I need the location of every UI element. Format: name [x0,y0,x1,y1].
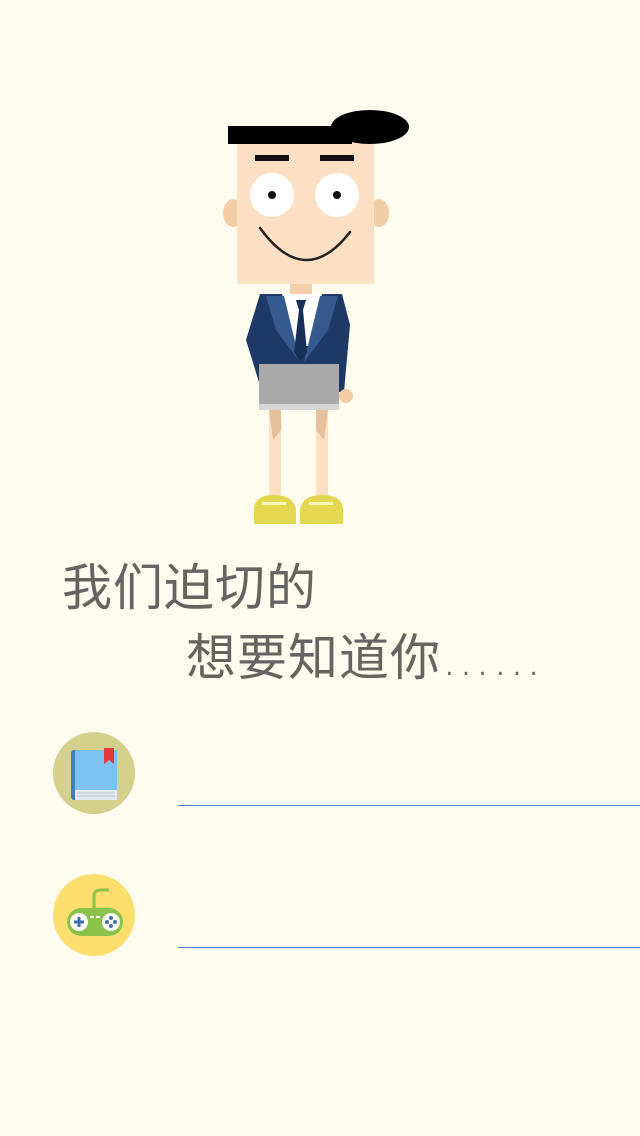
right-shoe-stripe [309,502,333,505]
left-shoe-stripe [262,502,286,505]
games-row [0,872,640,972]
shorts [259,364,339,408]
book-icon-button[interactable] [53,732,135,814]
gamepad-icon [67,888,123,936]
right-eyebrow [320,155,354,161]
right-pupil [333,191,341,199]
cartoon-boy-illustration [223,110,409,524]
left-shoe [254,495,296,524]
hair-tuft [331,110,409,144]
games-input[interactable] [178,902,640,948]
hand [339,389,353,403]
books-input[interactable] [178,760,640,806]
shorts-hem [259,404,339,410]
left-eyebrow [255,155,289,161]
gamepad-icon-button[interactable] [53,874,135,956]
book-icon [71,748,117,800]
left-pupil [268,191,276,199]
heading-line-1: 我们迫切的 [62,559,317,617]
heading-line-2: 想要知道你…… [186,629,543,687]
books-row [0,730,640,830]
right-shoe [300,495,343,524]
